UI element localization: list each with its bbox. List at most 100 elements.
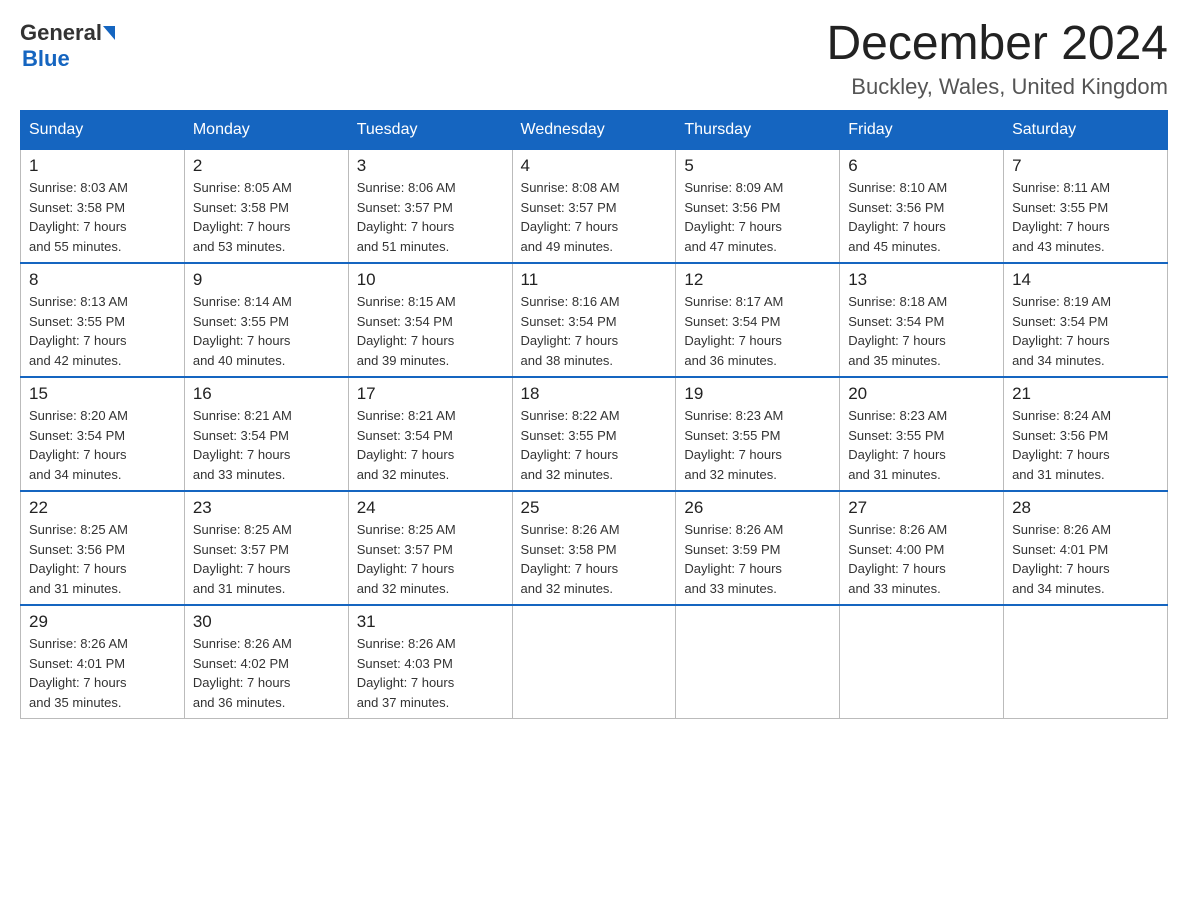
- logo-triangle-icon: [103, 26, 115, 40]
- day-info: Sunrise: 8:25 AMSunset: 3:57 PMDaylight:…: [193, 520, 340, 598]
- day-number: 26: [684, 498, 831, 518]
- week-row-3: 15Sunrise: 8:20 AMSunset: 3:54 PMDayligh…: [21, 377, 1168, 491]
- day-info: Sunrise: 8:09 AMSunset: 3:56 PMDaylight:…: [684, 178, 831, 256]
- calendar-header-row: SundayMondayTuesdayWednesdayThursdayFrid…: [21, 111, 1168, 150]
- calendar-table: SundayMondayTuesdayWednesdayThursdayFrid…: [20, 110, 1168, 719]
- day-number: 15: [29, 384, 176, 404]
- day-info: Sunrise: 8:20 AMSunset: 3:54 PMDaylight:…: [29, 406, 176, 484]
- day-info: Sunrise: 8:25 AMSunset: 3:56 PMDaylight:…: [29, 520, 176, 598]
- day-number: 28: [1012, 498, 1159, 518]
- day-number: 2: [193, 156, 340, 176]
- day-info: Sunrise: 8:26 AMSunset: 4:00 PMDaylight:…: [848, 520, 995, 598]
- day-number: 9: [193, 270, 340, 290]
- calendar-cell: 27Sunrise: 8:26 AMSunset: 4:00 PMDayligh…: [840, 491, 1004, 605]
- day-number: 12: [684, 270, 831, 290]
- day-number: 11: [521, 270, 668, 290]
- day-number: 18: [521, 384, 668, 404]
- day-info: Sunrise: 8:25 AMSunset: 3:57 PMDaylight:…: [357, 520, 504, 598]
- day-info: Sunrise: 8:08 AMSunset: 3:57 PMDaylight:…: [521, 178, 668, 256]
- calendar-cell: 9Sunrise: 8:14 AMSunset: 3:55 PMDaylight…: [184, 263, 348, 377]
- day-number: 7: [1012, 156, 1159, 176]
- title-block: December 2024 Buckley, Wales, United Kin…: [826, 20, 1168, 100]
- day-number: 24: [357, 498, 504, 518]
- day-number: 5: [684, 156, 831, 176]
- month-title: December 2024: [826, 20, 1168, 68]
- day-number: 14: [1012, 270, 1159, 290]
- day-number: 23: [193, 498, 340, 518]
- calendar-cell: 15Sunrise: 8:20 AMSunset: 3:54 PMDayligh…: [21, 377, 185, 491]
- calendar-cell: 4Sunrise: 8:08 AMSunset: 3:57 PMDaylight…: [512, 150, 676, 264]
- day-info: Sunrise: 8:26 AMSunset: 4:03 PMDaylight:…: [357, 634, 504, 712]
- logo-blue-text: Blue: [22, 46, 70, 71]
- calendar-cell: 22Sunrise: 8:25 AMSunset: 3:56 PMDayligh…: [21, 491, 185, 605]
- calendar-cell: 16Sunrise: 8:21 AMSunset: 3:54 PMDayligh…: [184, 377, 348, 491]
- day-info: Sunrise: 8:23 AMSunset: 3:55 PMDaylight:…: [684, 406, 831, 484]
- week-row-2: 8Sunrise: 8:13 AMSunset: 3:55 PMDaylight…: [21, 263, 1168, 377]
- day-info: Sunrise: 8:21 AMSunset: 3:54 PMDaylight:…: [357, 406, 504, 484]
- calendar-cell: 13Sunrise: 8:18 AMSunset: 3:54 PMDayligh…: [840, 263, 1004, 377]
- day-number: 19: [684, 384, 831, 404]
- calendar-cell: 3Sunrise: 8:06 AMSunset: 3:57 PMDaylight…: [348, 150, 512, 264]
- day-info: Sunrise: 8:14 AMSunset: 3:55 PMDaylight:…: [193, 292, 340, 370]
- header-wednesday: Wednesday: [512, 111, 676, 150]
- day-info: Sunrise: 8:13 AMSunset: 3:55 PMDaylight:…: [29, 292, 176, 370]
- week-row-5: 29Sunrise: 8:26 AMSunset: 4:01 PMDayligh…: [21, 605, 1168, 719]
- calendar-cell: 7Sunrise: 8:11 AMSunset: 3:55 PMDaylight…: [1004, 150, 1168, 264]
- calendar-cell: [840, 605, 1004, 719]
- header-thursday: Thursday: [676, 111, 840, 150]
- calendar-cell: 29Sunrise: 8:26 AMSunset: 4:01 PMDayligh…: [21, 605, 185, 719]
- logo: General Blue: [20, 20, 116, 72]
- calendar-cell: 24Sunrise: 8:25 AMSunset: 3:57 PMDayligh…: [348, 491, 512, 605]
- day-info: Sunrise: 8:15 AMSunset: 3:54 PMDaylight:…: [357, 292, 504, 370]
- day-number: 22: [29, 498, 176, 518]
- day-number: 10: [357, 270, 504, 290]
- calendar-cell: 23Sunrise: 8:25 AMSunset: 3:57 PMDayligh…: [184, 491, 348, 605]
- week-row-1: 1Sunrise: 8:03 AMSunset: 3:58 PMDaylight…: [21, 150, 1168, 264]
- day-info: Sunrise: 8:05 AMSunset: 3:58 PMDaylight:…: [193, 178, 340, 256]
- day-number: 30: [193, 612, 340, 632]
- calendar-cell: 2Sunrise: 8:05 AMSunset: 3:58 PMDaylight…: [184, 150, 348, 264]
- header-friday: Friday: [840, 111, 1004, 150]
- day-number: 21: [1012, 384, 1159, 404]
- calendar-cell: 18Sunrise: 8:22 AMSunset: 3:55 PMDayligh…: [512, 377, 676, 491]
- day-number: 20: [848, 384, 995, 404]
- day-info: Sunrise: 8:23 AMSunset: 3:55 PMDaylight:…: [848, 406, 995, 484]
- day-number: 3: [357, 156, 504, 176]
- day-info: Sunrise: 8:06 AMSunset: 3:57 PMDaylight:…: [357, 178, 504, 256]
- calendar-cell: 20Sunrise: 8:23 AMSunset: 3:55 PMDayligh…: [840, 377, 1004, 491]
- calendar-cell: 1Sunrise: 8:03 AMSunset: 3:58 PMDaylight…: [21, 150, 185, 264]
- day-number: 31: [357, 612, 504, 632]
- day-info: Sunrise: 8:21 AMSunset: 3:54 PMDaylight:…: [193, 406, 340, 484]
- calendar-cell: 14Sunrise: 8:19 AMSunset: 3:54 PMDayligh…: [1004, 263, 1168, 377]
- day-number: 29: [29, 612, 176, 632]
- page-header: General Blue December 2024 Buckley, Wale…: [20, 20, 1168, 100]
- day-number: 25: [521, 498, 668, 518]
- day-info: Sunrise: 8:19 AMSunset: 3:54 PMDaylight:…: [1012, 292, 1159, 370]
- calendar-cell: [676, 605, 840, 719]
- calendar-cell: 26Sunrise: 8:26 AMSunset: 3:59 PMDayligh…: [676, 491, 840, 605]
- day-number: 1: [29, 156, 176, 176]
- calendar-cell: 31Sunrise: 8:26 AMSunset: 4:03 PMDayligh…: [348, 605, 512, 719]
- location-text: Buckley, Wales, United Kingdom: [826, 74, 1168, 100]
- calendar-cell: 25Sunrise: 8:26 AMSunset: 3:58 PMDayligh…: [512, 491, 676, 605]
- header-sunday: Sunday: [21, 111, 185, 150]
- day-info: Sunrise: 8:16 AMSunset: 3:54 PMDaylight:…: [521, 292, 668, 370]
- calendar-cell: 6Sunrise: 8:10 AMSunset: 3:56 PMDaylight…: [840, 150, 1004, 264]
- header-tuesday: Tuesday: [348, 111, 512, 150]
- day-number: 8: [29, 270, 176, 290]
- calendar-cell: 5Sunrise: 8:09 AMSunset: 3:56 PMDaylight…: [676, 150, 840, 264]
- day-number: 16: [193, 384, 340, 404]
- day-number: 13: [848, 270, 995, 290]
- day-info: Sunrise: 8:11 AMSunset: 3:55 PMDaylight:…: [1012, 178, 1159, 256]
- calendar-cell: 30Sunrise: 8:26 AMSunset: 4:02 PMDayligh…: [184, 605, 348, 719]
- day-info: Sunrise: 8:26 AMSunset: 4:01 PMDaylight:…: [1012, 520, 1159, 598]
- logo-general-text: General: [20, 20, 102, 46]
- day-number: 17: [357, 384, 504, 404]
- day-info: Sunrise: 8:17 AMSunset: 3:54 PMDaylight:…: [684, 292, 831, 370]
- day-info: Sunrise: 8:26 AMSunset: 3:58 PMDaylight:…: [521, 520, 668, 598]
- day-info: Sunrise: 8:26 AMSunset: 4:01 PMDaylight:…: [29, 634, 176, 712]
- day-info: Sunrise: 8:10 AMSunset: 3:56 PMDaylight:…: [848, 178, 995, 256]
- day-number: 6: [848, 156, 995, 176]
- day-info: Sunrise: 8:26 AMSunset: 3:59 PMDaylight:…: [684, 520, 831, 598]
- calendar-cell: 28Sunrise: 8:26 AMSunset: 4:01 PMDayligh…: [1004, 491, 1168, 605]
